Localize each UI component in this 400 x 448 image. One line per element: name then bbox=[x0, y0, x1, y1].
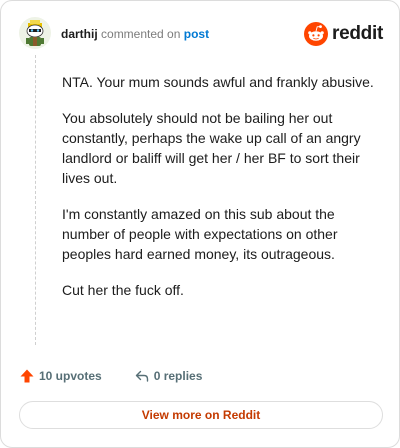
reddit-logo-text: reddit bbox=[332, 23, 383, 44]
reply-arrow-icon bbox=[135, 370, 148, 382]
reply-button[interactable]: 0 replies bbox=[134, 368, 203, 384]
thread-line bbox=[35, 55, 36, 345]
comment-action-text: commented on bbox=[101, 27, 181, 41]
reddit-logo-icon bbox=[304, 22, 329, 46]
snoo-avatar-icon bbox=[19, 17, 51, 49]
post-link[interactable]: post bbox=[184, 27, 209, 41]
comment-body: NTA. Your mum sounds awful and frankly a… bbox=[62, 72, 384, 316]
comment-embed-card: darthij commented on post reddit NTA. Yo… bbox=[0, 0, 400, 448]
view-more-button[interactable]: View more on Reddit bbox=[19, 401, 383, 429]
comment-paragraph: You absolutely should not be bailing her… bbox=[62, 110, 361, 186]
upvote-count: 10 upvotes bbox=[39, 369, 102, 383]
comment-meta: darthij commented on post bbox=[61, 27, 209, 41]
comment-paragraph: I'm constantly amazed on this sub about … bbox=[62, 206, 338, 262]
username-link[interactable]: darthij bbox=[61, 27, 98, 41]
comment-paragraph: Cut her the fuck off. bbox=[62, 282, 184, 298]
upvote-button[interactable]: 10 upvotes bbox=[19, 368, 102, 384]
reply-count: 0 replies bbox=[153, 369, 203, 383]
upvote-arrow-icon bbox=[20, 369, 34, 383]
user-avatar[interactable] bbox=[19, 17, 51, 49]
comment-header: darthij commented on post reddit bbox=[19, 17, 383, 53]
comment-paragraph: NTA. Your mum sounds awful and frankly a… bbox=[62, 74, 374, 90]
comment-actions: 10 upvotes 0 replies bbox=[19, 366, 202, 386]
reddit-logo[interactable]: reddit bbox=[304, 21, 383, 47]
